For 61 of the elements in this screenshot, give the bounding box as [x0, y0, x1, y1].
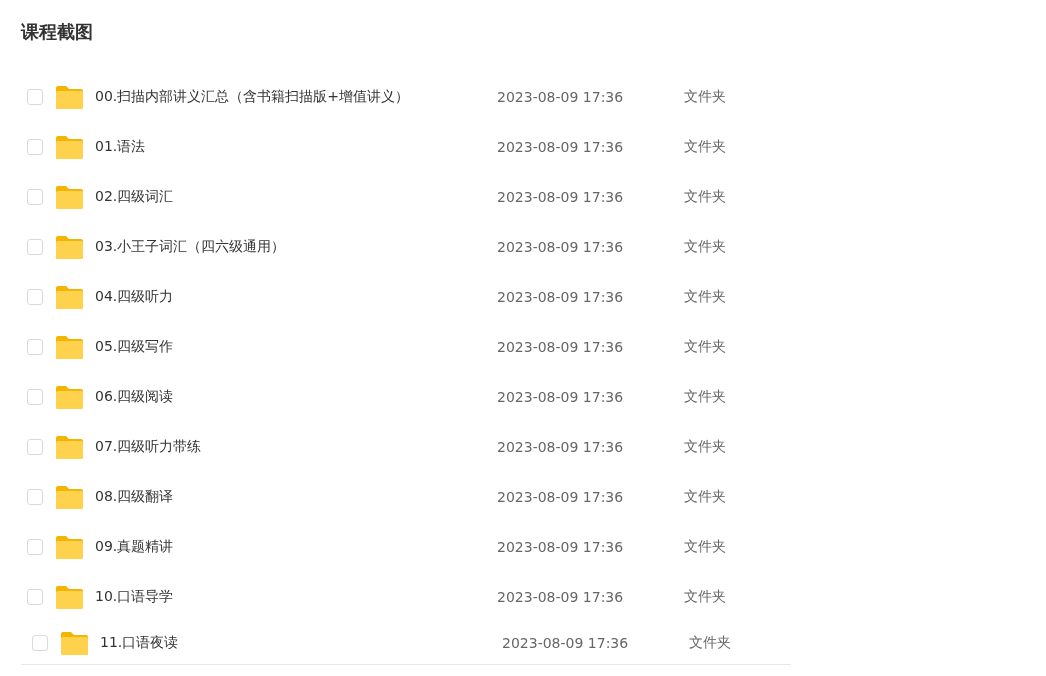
modified-date: 2023-08-09 17:36	[497, 439, 625, 455]
folder-icon	[56, 385, 83, 409]
checkbox[interactable]	[27, 589, 43, 605]
modified-date: 2023-08-09 17:36	[502, 635, 630, 651]
folder-name[interactable]: 00.扫描内部讲义汇总（含书籍扫描版+增值讲义）	[95, 88, 497, 106]
folder-name[interactable]: 01.语法	[95, 138, 497, 156]
folder-icon	[56, 535, 83, 559]
checkbox[interactable]	[27, 439, 43, 455]
folder-icon	[56, 185, 83, 209]
modified-date: 2023-08-09 17:36	[497, 189, 625, 205]
folder-icon	[56, 335, 83, 359]
folder-icon	[56, 235, 83, 259]
checkbox[interactable]	[27, 289, 43, 305]
folder-name[interactable]: 07.四级听力带练	[95, 438, 497, 456]
modified-date: 2023-08-09 17:36	[497, 289, 625, 305]
folder-name[interactable]: 11.口语夜读	[100, 634, 502, 652]
checkbox[interactable]	[27, 539, 43, 555]
folder-name[interactable]: 08.四级翻译	[95, 488, 497, 506]
file-type: 文件夹	[684, 438, 726, 456]
checkbox[interactable]	[27, 139, 43, 155]
folder-name[interactable]: 09.真题精讲	[95, 538, 497, 556]
file-type: 文件夹	[684, 588, 726, 606]
file-type: 文件夹	[684, 188, 726, 206]
checkbox[interactable]	[27, 339, 43, 355]
folder-icon	[56, 135, 83, 159]
folder-name[interactable]: 04.四级听力	[95, 288, 497, 306]
file-type: 文件夹	[684, 388, 726, 406]
modified-date: 2023-08-09 17:36	[497, 389, 625, 405]
modified-date: 2023-08-09 17:36	[497, 139, 625, 155]
checkbox[interactable]	[27, 389, 43, 405]
folder-name[interactable]: 03.小王子词汇（四六级通用）	[95, 238, 497, 256]
folder-icon	[56, 435, 83, 459]
checkbox[interactable]	[27, 489, 43, 505]
folder-icon	[61, 631, 88, 655]
folder-icon	[56, 585, 83, 609]
folder-name[interactable]: 02.四级词汇	[95, 188, 497, 206]
checkbox[interactable]	[27, 189, 43, 205]
file-type: 文件夹	[684, 288, 726, 306]
modified-date: 2023-08-09 17:36	[497, 89, 625, 105]
page-title: 课程截图	[21, 20, 93, 44]
folder-name[interactable]: 05.四级写作	[95, 338, 497, 356]
file-type: 文件夹	[684, 488, 726, 506]
checkbox[interactable]	[27, 239, 43, 255]
modified-date: 2023-08-09 17:36	[497, 489, 625, 505]
modified-date: 2023-08-09 17:36	[497, 239, 625, 255]
checkbox[interactable]	[27, 89, 43, 105]
folder-icon	[56, 485, 83, 509]
folder-name[interactable]: 10.口语导学	[95, 588, 497, 606]
file-type: 文件夹	[684, 538, 726, 556]
file-type: 文件夹	[684, 138, 726, 156]
file-type: 文件夹	[689, 634, 731, 652]
folder-icon	[56, 285, 83, 309]
file-type: 文件夹	[684, 338, 726, 356]
folder-icon	[56, 85, 83, 109]
modified-date: 2023-08-09 17:36	[497, 339, 625, 355]
folder-name[interactable]: 06.四级阅读	[95, 388, 497, 406]
modified-date: 2023-08-09 17:36	[497, 589, 625, 605]
file-type: 文件夹	[684, 238, 726, 256]
checkbox[interactable]	[32, 635, 48, 651]
modified-date: 2023-08-09 17:36	[497, 539, 625, 555]
file-type: 文件夹	[684, 88, 726, 106]
